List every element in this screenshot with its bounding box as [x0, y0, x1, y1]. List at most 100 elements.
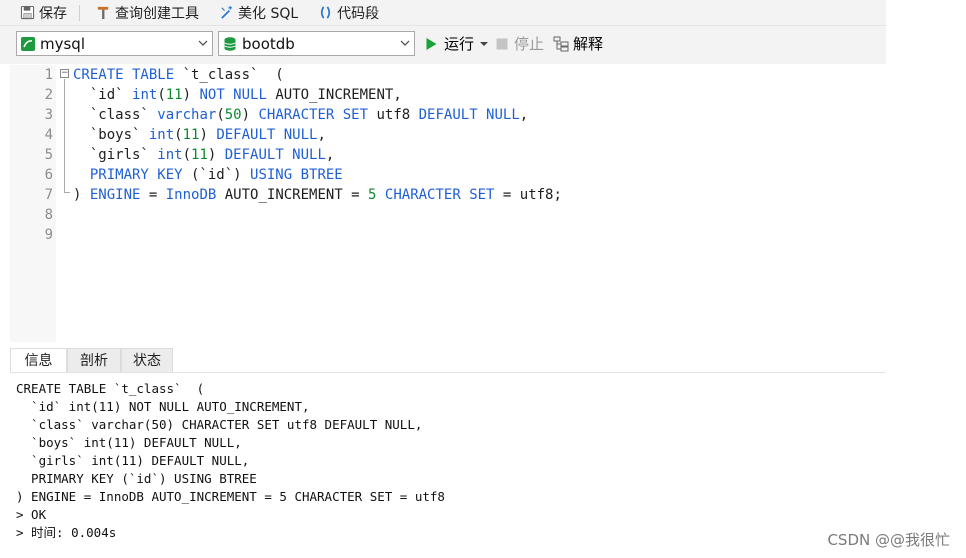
code-token: PRIMARY KEY: [73, 167, 183, 183]
code-token: `id`: [73, 87, 133, 103]
code-token: 11: [191, 147, 208, 163]
code-token: `class`: [73, 107, 158, 123]
code-token: = utf8;: [494, 187, 562, 203]
code-token: ,: [325, 147, 335, 163]
database-select[interactable]: bootdb: [218, 31, 415, 56]
run-label: 运行: [444, 35, 475, 53]
code-token: (: [174, 127, 183, 143]
output-line: PRIMARY KEY (`id`) USING BTREE: [16, 471, 257, 486]
explain-icon: [553, 36, 569, 51]
code-token: ,: [317, 127, 326, 143]
code-token: ,: [519, 107, 529, 123]
code-token: ): [182, 87, 200, 103]
chevron-down-icon: [198, 40, 208, 46]
magic-wand-icon: [221, 5, 233, 19]
fold-collapse-icon[interactable]: −: [60, 69, 69, 78]
output-line: `id` int(11) NOT NULL AUTO_INCREMENT,: [16, 399, 310, 414]
toolbar-divider: [79, 4, 80, 21]
fold-guide-end: [64, 192, 70, 193]
code-token: (: [182, 147, 192, 163]
chevron-down-icon: [400, 40, 410, 46]
line-number-gutter: 1 2 3 4 5 6 7 8 9: [10, 65, 56, 342]
output-line: > OK: [16, 507, 47, 522]
line-number: 8: [44, 207, 53, 223]
code-token: int: [148, 127, 175, 143]
database-value: bootdb: [242, 34, 295, 53]
line-number: 4: [44, 127, 53, 143]
code-token: 50: [224, 107, 242, 123]
code-token: AUTO_INCREMENT =: [216, 187, 369, 203]
code-line: `boys` int(11) DEFAULT NULL,: [73, 125, 326, 145]
code-token: varchar: [157, 107, 217, 123]
code-token: CHARACTER SET: [384, 187, 495, 203]
save-icon: [20, 5, 35, 20]
code-token: (`id`): [182, 167, 251, 183]
fold-guide: [64, 79, 65, 192]
code-token: `t_class` (: [182, 67, 284, 83]
connection-value: mysql: [40, 34, 85, 53]
database-icon: [224, 36, 236, 51]
watermark: CSDN @@我很忙: [827, 531, 950, 549]
run-button[interactable]: 运行: [425, 33, 489, 54]
code-token: ENGINE: [89, 187, 141, 203]
code-token: int: [157, 147, 183, 163]
beautify-sql-label: 美化 SQL: [238, 5, 299, 22]
code-token: ): [199, 127, 217, 143]
line-number: 2: [44, 87, 53, 103]
code-token: DEFAULT NULL: [216, 127, 318, 143]
code-token: utf8: [368, 107, 419, 123]
query-builder-button[interactable]: 查询创建工具: [92, 0, 203, 25]
connection-select[interactable]: mysql: [16, 31, 213, 56]
stop-label: 停止: [514, 35, 545, 53]
beautify-sql-button[interactable]: 美化 SQL: [215, 0, 302, 25]
code-token: DEFAULT NULL: [418, 107, 520, 123]
line-number: 6: [44, 167, 53, 183]
code-token: ): [73, 187, 90, 203]
code-line: CREATE TABLE `t_class` (: [73, 65, 284, 85]
code-token: (: [216, 107, 225, 123]
dropdown-arrow-icon[interactable]: [480, 40, 489, 48]
parentheses-icon: [321, 6, 331, 19]
line-number: 5: [44, 147, 53, 163]
code-snippet-button[interactable]: 代码段: [314, 0, 383, 25]
code-token: DEFAULT NULL: [224, 147, 326, 163]
code-token: ): [241, 107, 259, 123]
code-line: `class` varchar(50) CHARACTER SET utf8 D…: [73, 105, 528, 125]
code-token: =: [140, 187, 166, 203]
code-token: `girls`: [73, 147, 158, 163]
code-token: USING BTREE: [250, 167, 343, 183]
code-token: 11: [165, 87, 183, 103]
explain-button[interactable]: 解释: [553, 33, 603, 54]
code-line: ) ENGINE = InnoDB AUTO_INCREMENT = 5 CHA…: [73, 185, 562, 205]
code-line: PRIMARY KEY (`id`) USING BTREE: [73, 165, 343, 185]
toolbar: 保存 查询创建工具 美化 SQL 代码段: [0, 0, 886, 26]
result-tabs: 信息 剖析 状态: [10, 348, 886, 373]
hammer-icon: [97, 6, 109, 20]
explain-label: 解释: [573, 35, 604, 53]
code-token: 11: [182, 127, 200, 143]
message-output: CREATE TABLE `t_class` ( `id` int(11) NO…: [16, 380, 445, 542]
sql-editor[interactable]: 1 2 3 4 5 6 7 8 9 − CREATE TABLE `t_class` ( `id…: [10, 65, 886, 342]
line-number: 3: [44, 107, 53, 123]
output-line: `boys` int(11) DEFAULT NULL,: [16, 435, 242, 450]
play-icon: [426, 37, 437, 50]
line-number: 1: [44, 67, 53, 83]
code-token: (: [157, 87, 166, 103]
code-token: AUTO_INCREMENT,: [266, 87, 402, 103]
stop-icon: [496, 38, 508, 49]
tab-status[interactable]: 状态: [121, 348, 173, 372]
output-line: `girls` int(11) DEFAULT NULL,: [16, 453, 250, 468]
tab-info[interactable]: 信息: [10, 348, 67, 372]
line-number: 9: [44, 227, 53, 243]
code-token: CHARACTER SET: [258, 107, 369, 123]
output-line: > 时间: 0.004s: [16, 525, 117, 540]
save-button[interactable]: 保存: [16, 0, 71, 25]
code-token: int: [132, 87, 158, 103]
line-number: 7: [44, 187, 53, 203]
save-label: 保存: [39, 5, 67, 22]
stop-button[interactable]: 停止: [496, 33, 544, 54]
tab-profile[interactable]: 剖析: [67, 348, 121, 372]
mysql-connection-icon: [21, 36, 35, 51]
code-line: `id` int(11) NOT NULL AUTO_INCREMENT,: [73, 85, 402, 105]
